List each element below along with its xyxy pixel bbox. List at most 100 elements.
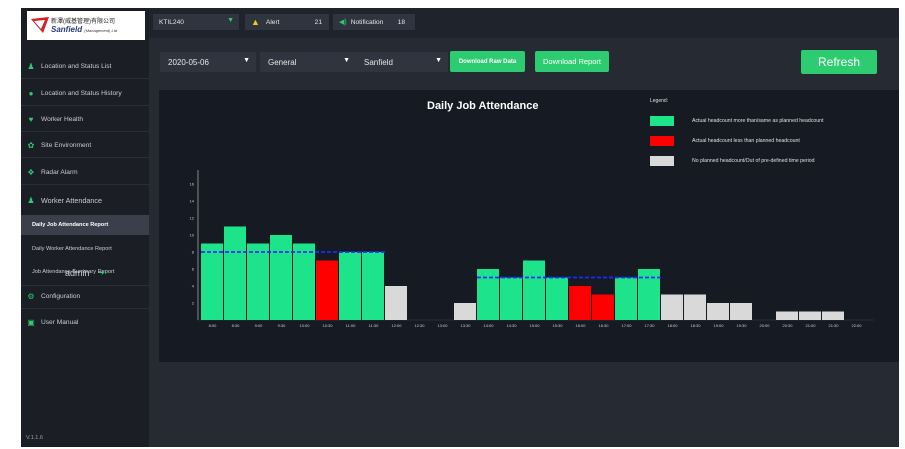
divider bbox=[21, 78, 149, 79]
download-report-button[interactable]: Download Report bbox=[535, 51, 609, 72]
x-tick-label: 8:00 bbox=[209, 323, 218, 328]
x-tick-label: 19:30 bbox=[736, 323, 747, 328]
x-tick-label: 11:30 bbox=[369, 323, 379, 328]
bar bbox=[293, 243, 315, 320]
alert-button[interactable]: ▲ Alert 21 bbox=[245, 14, 329, 30]
notification-button[interactable]: ◀) Notification 18 bbox=[333, 14, 415, 30]
bar bbox=[730, 303, 752, 320]
x-tick-label: 18:30 bbox=[690, 323, 701, 328]
x-tick-label: 19:00 bbox=[713, 323, 724, 328]
chevron-down-icon: ▼ bbox=[343, 57, 350, 64]
app-window: 新澤(威基管理)有限公司 Sanfield (Management) Ltd ♟… bbox=[21, 8, 899, 447]
category-value: General bbox=[268, 57, 297, 67]
legend-swatch-below bbox=[650, 136, 674, 146]
x-tick-label: 12:00 bbox=[391, 323, 402, 328]
y-tick-label: 10 bbox=[190, 233, 195, 238]
sidebar-item-location-status-list[interactable]: ♟ Location and Status List bbox=[21, 56, 149, 76]
y-tick-label: 6 bbox=[192, 267, 195, 272]
bar bbox=[799, 311, 821, 320]
x-tick-label: 9:30 bbox=[278, 323, 287, 328]
sidebar-item-label: User Manual bbox=[41, 318, 79, 326]
sidebar-item-worker-health[interactable]: ♥ Worker Health bbox=[21, 109, 149, 129]
y-tick-label: 8 bbox=[192, 250, 195, 255]
location-icon: ● bbox=[28, 88, 34, 98]
sidebar: 新澤(威基管理)有限公司 Sanfield (Management) Ltd ♟… bbox=[21, 8, 149, 447]
sidebar-item-location-status-history[interactable]: ● Location and Status History bbox=[21, 83, 149, 103]
sidebar-item-label: Radar Alarm bbox=[41, 168, 78, 176]
bar bbox=[201, 243, 223, 320]
bar bbox=[776, 311, 798, 320]
site-selector[interactable]: KTIL240 ▼ bbox=[153, 14, 239, 30]
person-icon: ♟ bbox=[27, 195, 35, 205]
site-name: KTIL240 bbox=[159, 18, 184, 26]
sidebar-item-label: Site Environment bbox=[41, 141, 92, 149]
alert-label: Alert bbox=[265, 18, 280, 26]
sidebar-subitem-daily-worker-attendance-report[interactable]: Daily Worker Attendance Report bbox=[21, 239, 149, 259]
date-picker[interactable]: 2020-05-06 ▼ bbox=[160, 52, 256, 72]
sidebar-item-label: Configuration bbox=[41, 292, 81, 300]
download-raw-data-button[interactable]: Download Raw Data bbox=[450, 51, 525, 72]
bar bbox=[523, 260, 545, 320]
bar bbox=[316, 260, 338, 320]
x-tick-label: 10:00 bbox=[299, 323, 310, 328]
radar-icon: ❖ bbox=[27, 167, 35, 177]
legend-swatch-met bbox=[650, 116, 674, 126]
bar bbox=[500, 277, 522, 320]
x-tick-label: 14:30 bbox=[506, 323, 517, 328]
company-select[interactable]: Sanfield ▼ bbox=[356, 52, 448, 72]
x-tick-label: 15:00 bbox=[529, 323, 540, 328]
sidebar-subitem-daily-job-attendance-report[interactable]: Daily Job Attendance Report bbox=[21, 215, 149, 235]
chevron-down-icon: ▼ bbox=[243, 57, 250, 64]
x-tick-label: 20:00 bbox=[759, 323, 770, 328]
y-tick-label: 2 bbox=[192, 301, 195, 306]
gear-icon: ⚙ bbox=[27, 291, 35, 301]
x-tick-label: 22:00 bbox=[851, 323, 862, 328]
legend-title: Legend: bbox=[650, 98, 669, 104]
x-tick-label: 16:00 bbox=[575, 323, 586, 328]
alert-count: 21 bbox=[314, 18, 322, 26]
bar bbox=[362, 252, 384, 320]
user-name: admin bbox=[65, 268, 90, 278]
notification-label: Notification bbox=[350, 18, 384, 26]
divider bbox=[21, 105, 149, 106]
sidebar-item-worker-attendance[interactable]: ♟ Worker Attendance bbox=[21, 190, 149, 210]
y-tick-label: 14 bbox=[190, 199, 195, 204]
sidebar-item-label: Daily Worker Attendance Report bbox=[32, 246, 112, 252]
top-bar: KTIL240 ▼ ▲ Alert 21 ◀) Notification 18 bbox=[149, 8, 899, 38]
leaf-icon: ✿ bbox=[27, 140, 35, 150]
sidebar-item-site-environment[interactable]: ✿ Site Environment bbox=[21, 135, 149, 155]
logo-chinese-name: 新澤(威基管理)有限公司 bbox=[51, 19, 115, 25]
sidebar-item-user-manual[interactable]: ▣ User Manual bbox=[21, 312, 149, 332]
logo-english-name: Sanfield (Management) Ltd bbox=[51, 25, 118, 34]
person-icon: ♟ bbox=[27, 61, 35, 71]
x-tick-label: 9:00 bbox=[255, 323, 264, 328]
category-select[interactable]: General ▼ bbox=[260, 52, 356, 72]
y-tick-label: 16 bbox=[190, 182, 195, 187]
bar bbox=[224, 226, 246, 320]
x-tick-label: 13:30 bbox=[460, 323, 471, 328]
sidebar-item-label: Daily Job Attendance Report bbox=[32, 222, 109, 228]
sidebar-item-radar-alarm[interactable]: ❖ Radar Alarm bbox=[21, 162, 149, 182]
warning-icon: ▲ bbox=[251, 17, 260, 27]
x-tick-label: 8:30 bbox=[232, 323, 241, 328]
refresh-button[interactable]: Refresh bbox=[801, 50, 877, 74]
chart-panel: 2 4 6 8 10 12 14 16 8:00 8:30 9:00 9:30 10:00 10:30 11… bbox=[159, 90, 899, 362]
bar bbox=[661, 294, 683, 320]
bar bbox=[822, 311, 844, 320]
divider bbox=[21, 308, 149, 309]
app-version: V.1.1.6 bbox=[26, 435, 43, 441]
sidebar-item-configuration[interactable]: ⚙ Configuration bbox=[21, 286, 149, 306]
chevron-down-icon: ▼ bbox=[227, 17, 234, 24]
legend-label-met: Actual headcount more than/same as plann… bbox=[692, 118, 824, 124]
chart-title: Daily Job Attendance bbox=[427, 100, 539, 112]
x-tick-label: 17:00 bbox=[621, 323, 632, 328]
legend-swatch-none bbox=[650, 156, 674, 166]
logout-icon[interactable]: ➜ bbox=[98, 268, 105, 277]
divider bbox=[21, 184, 149, 185]
chevron-down-icon: ▼ bbox=[435, 57, 442, 64]
bar bbox=[270, 235, 292, 320]
x-tick-label: 16:30 bbox=[598, 323, 609, 328]
x-tick-label: 13:00 bbox=[437, 323, 448, 328]
legend-label-none: No planned headcount/Out of pre-defined … bbox=[692, 158, 815, 164]
speaker-icon: ◀) bbox=[339, 19, 347, 26]
